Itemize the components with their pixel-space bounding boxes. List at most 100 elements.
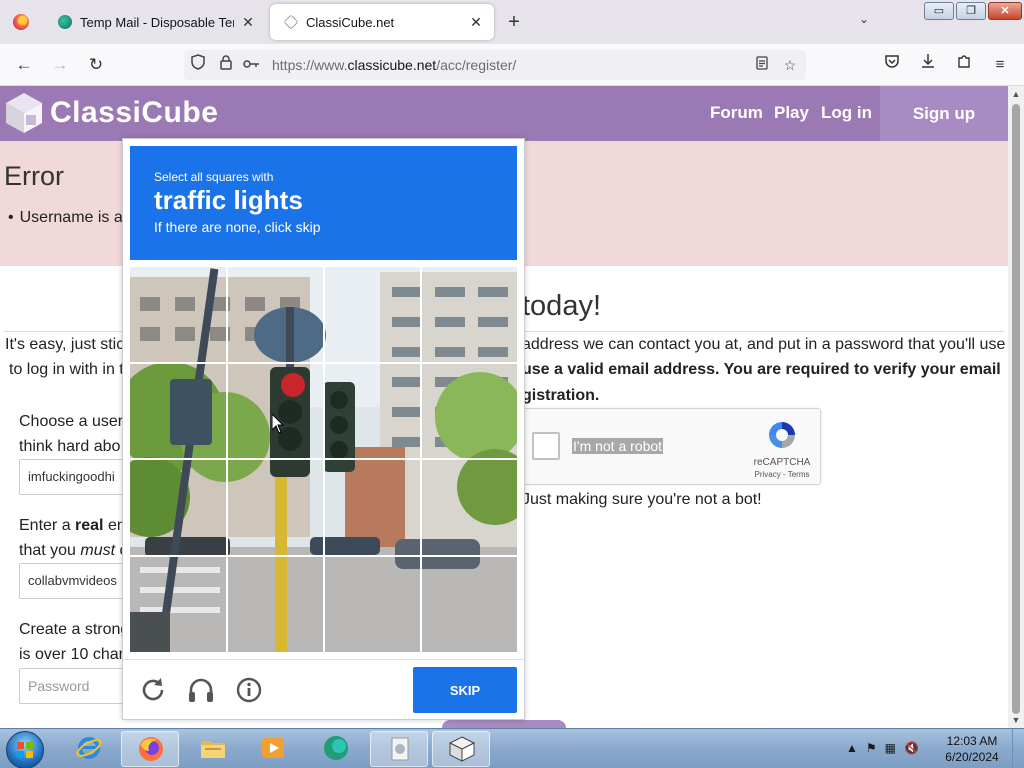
grid-tile[interactable] <box>130 267 226 362</box>
recaptcha-checkbox[interactable] <box>532 432 560 460</box>
submit-button-partial[interactable] <box>442 720 566 728</box>
new-tab-button[interactable]: + <box>500 10 528 34</box>
nav-forum-link[interactable]: Forum <box>710 103 763 123</box>
back-arrow-icon[interactable]: ← <box>12 53 36 77</box>
scroll-up-icon[interactable]: ▲ <box>1008 86 1024 102</box>
shield-icon[interactable] <box>188 54 208 76</box>
close-window-button[interactable]: ✕ <box>988 2 1022 20</box>
tab-strip: Temp Mail - Disposable Tempo ✕ ClassiCub… <box>0 0 1024 44</box>
email-label-2-pre: that you <box>19 542 81 559</box>
recaptcha-label[interactable]: I'm not a robot <box>572 438 664 454</box>
grid-tile[interactable] <box>324 459 420 554</box>
window-controls: ▭ ❐ ✕ <box>924 2 1022 20</box>
grid-tile[interactable] <box>421 459 517 554</box>
reader-view-icon[interactable] <box>752 54 772 76</box>
hamburger-menu-icon[interactable]: ≡ <box>988 53 1012 77</box>
lock-icon[interactable] <box>216 54 236 76</box>
grid-tile[interactable] <box>227 556 323 651</box>
grid-tile[interactable] <box>324 556 420 651</box>
restore-button[interactable]: ❐ <box>956 2 986 20</box>
tab-list-chevron-icon[interactable]: ⌄ <box>852 12 876 26</box>
page-scrollbar[interactable]: ▲ ▼ <box>1008 86 1024 728</box>
address-bar[interactable]: https://www.classicube.net/acc/register/… <box>184 50 806 80</box>
url-text[interactable]: https://www.classicube.net/acc/register/ <box>272 57 516 73</box>
skip-button[interactable]: SKIP <box>413 667 517 713</box>
grid-tile[interactable] <box>227 363 323 458</box>
volume-muted-icon[interactable]: 🔇 <box>904 741 919 755</box>
scroll-down-icon[interactable]: ▼ <box>1008 712 1024 728</box>
grid-tile[interactable] <box>421 556 517 651</box>
grid-tile[interactable] <box>324 267 420 362</box>
grid-tile[interactable] <box>227 267 323 362</box>
pocket-icon[interactable] <box>880 53 904 77</box>
system-tray: ▲ ⚑ ▦ 🔇 <box>846 741 919 755</box>
taskbar-clock[interactable]: 12:03 AM 6/20/2024 <box>936 733 1008 765</box>
bot-note: Just making sure you're not a bot! <box>522 491 762 508</box>
temp-mail-favicon-icon <box>58 15 72 29</box>
reload-icon[interactable] <box>138 675 168 705</box>
grid-tile[interactable] <box>130 459 226 554</box>
taskbar-file-explorer[interactable] <box>184 731 242 767</box>
grid-tile[interactable] <box>421 267 517 362</box>
navigation-toolbar: ← → ↻ https://www.classicube.net/acc/reg… <box>0 44 1024 86</box>
downloads-icon[interactable] <box>916 53 940 77</box>
intro-bold-text-2: gistration. <box>522 387 600 404</box>
audio-icon[interactable] <box>186 675 216 705</box>
taskbar-internet-explorer[interactable] <box>60 731 118 767</box>
reload-icon[interactable]: ↻ <box>84 53 108 77</box>
firefox-icon <box>139 737 163 761</box>
nav-login-link[interactable]: Log in <box>821 103 872 123</box>
nav-play-link[interactable]: Play <box>774 103 809 123</box>
password-input[interactable]: Password <box>19 668 129 704</box>
username-input[interactable]: imfuckingoodhi <box>19 459 129 495</box>
taskbar-document[interactable] <box>370 731 428 767</box>
site-header: ClassiCube Forum Play Log in Sign up <box>0 86 1008 141</box>
extensions-icon[interactable] <box>952 53 976 77</box>
url-path: /acc/register/ <box>436 57 517 73</box>
grid-tile[interactable] <box>227 459 323 554</box>
scrollbar-thumb[interactable] <box>1012 104 1020 714</box>
intro-text-right-1: address we can contact you at, and put i… <box>522 336 1006 353</box>
show-desktop-button[interactable] <box>1012 729 1024 768</box>
url-host: classicube.net <box>347 57 437 73</box>
forward-arrow-icon[interactable]: → <box>48 53 72 77</box>
grid-tile[interactable] <box>324 363 420 458</box>
error-message: Username is a <box>8 209 123 227</box>
permissions-key-icon[interactable] <box>242 54 262 76</box>
tab-close-icon[interactable]: ✕ <box>468 14 484 31</box>
grid-tile[interactable] <box>421 363 517 458</box>
nav-signup-button[interactable]: Sign up <box>880 86 1008 141</box>
action-center-flag-icon[interactable]: ⚑ <box>866 741 877 755</box>
email-input[interactable]: collabvmvideos <box>19 563 129 599</box>
register-heading: today! <box>522 290 601 322</box>
recaptcha-links[interactable]: Privacy - Terms <box>750 470 814 479</box>
taskbar-classicube[interactable] <box>432 731 490 767</box>
tray-expand-icon[interactable]: ▲ <box>846 741 858 755</box>
tab-title: Temp Mail - Disposable Tempo <box>80 14 234 30</box>
tab-classicube[interactable]: ClassiCube.net ✕ <box>270 4 494 40</box>
recaptcha-brand: reCAPTCHA <box>753 457 811 468</box>
start-button[interactable] <box>6 731 44 768</box>
info-icon[interactable] <box>234 675 264 705</box>
taskbar-media-player[interactable] <box>244 731 302 767</box>
network-icon[interactable]: ▦ <box>885 741 896 755</box>
email-label-1: Enter a real em <box>19 517 130 535</box>
grid-tile[interactable] <box>130 363 226 458</box>
url-prefix: https://www. <box>272 57 348 73</box>
challenge-image-grid <box>130 267 517 652</box>
grid-tile[interactable] <box>130 556 226 651</box>
windows-logo-icon <box>17 742 33 758</box>
taskbar-firefox[interactable] <box>121 731 179 767</box>
firefox-menu-button[interactable] <box>0 0 42 44</box>
tab-close-icon[interactable]: ✕ <box>240 14 256 31</box>
classicube-logo-icon[interactable] <box>4 91 44 135</box>
taskbar-temp-mail-app[interactable] <box>307 731 365 767</box>
password-label-2: is over 10 char <box>19 646 124 663</box>
tab-temp-mail[interactable]: Temp Mail - Disposable Tempo ✕ <box>44 4 266 40</box>
challenge-subtext: If there are none, click skip <box>154 219 321 235</box>
site-logo-text[interactable]: ClassiCube <box>50 96 218 130</box>
recaptcha-challenge-dialog: Select all squares with traffic lights I… <box>122 138 525 720</box>
bookmark-star-icon[interactable]: ☆ <box>780 54 800 76</box>
minimize-button[interactable]: ▭ <box>924 2 954 20</box>
tab-title: ClassiCube.net <box>306 14 395 30</box>
